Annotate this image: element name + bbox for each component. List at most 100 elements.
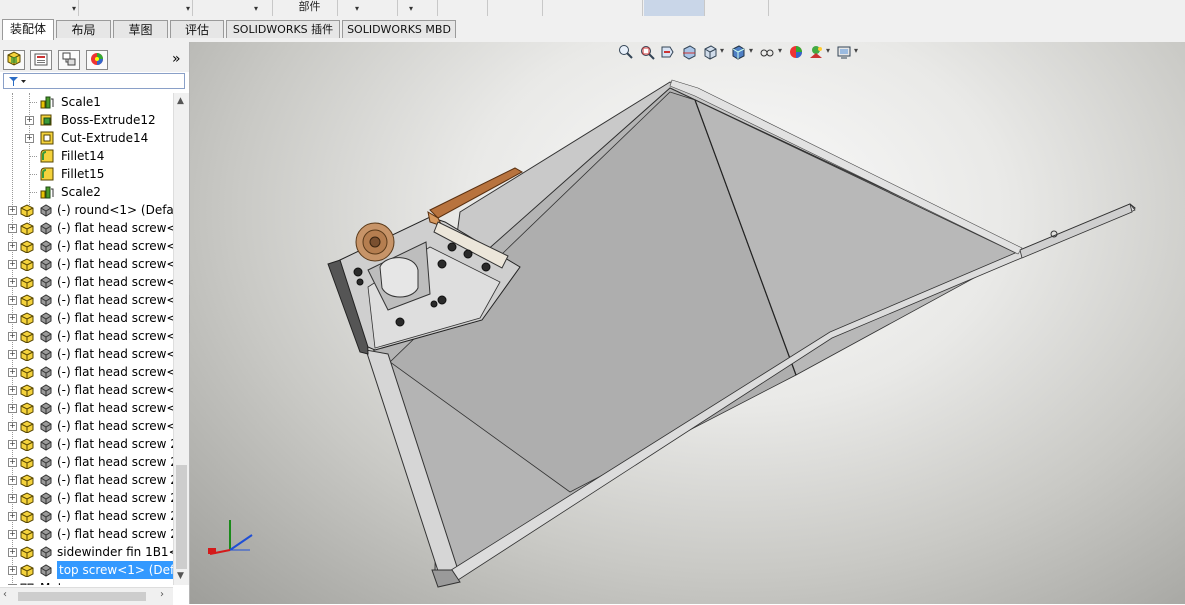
tree-item-fillet[interactable]: Fillet15 — [0, 165, 173, 183]
tree-item-label: (-) flat head screw< — [57, 347, 173, 361]
expand-toggle[interactable]: + — [8, 476, 17, 485]
expand-toggle[interactable]: + — [8, 584, 17, 585]
tree-item-component[interactable]: + (-) flat head screw 2 — [0, 471, 173, 489]
property-manager-tab[interactable] — [30, 50, 52, 70]
tree-item-scale[interactable]: Scale2 — [0, 183, 173, 201]
expand-toggle[interactable]: + — [8, 296, 17, 305]
tree-horizontal-scrollbar[interactable]: ‹ › — [0, 587, 173, 605]
tree-item-component[interactable]: + (-) flat head screw< — [0, 381, 173, 399]
tab-evaluate[interactable]: 评估 — [170, 20, 224, 38]
expand-toggle[interactable]: + — [8, 368, 17, 377]
boss-feature-icon — [40, 113, 54, 127]
expand-toggle[interactable]: + — [8, 566, 17, 575]
tab-solidworks-mbd[interactable]: SOLIDWORKS MBD — [342, 20, 456, 38]
expand-toggle[interactable]: + — [8, 242, 17, 251]
expand-toggle[interactable]: + — [8, 422, 17, 431]
graphics-area[interactable]: ▾ ▾ ▾ ▾ ▾ — [190, 42, 1185, 604]
scrollbar-thumb[interactable] — [176, 465, 187, 569]
tree-item-label: (-) flat head screw< — [57, 383, 173, 397]
expand-toggle[interactable]: + — [8, 494, 17, 503]
tree-item-component[interactable]: + (-) flat head screw 2 — [0, 507, 173, 525]
appearance-icon — [91, 53, 103, 65]
expand-toggle[interactable]: + — [8, 458, 17, 467]
cad-model[interactable] — [190, 42, 1185, 604]
expand-toggle[interactable]: + — [8, 260, 17, 269]
expand-toggle[interactable]: + — [25, 116, 34, 125]
toolbar-button-c[interactable] — [542, 0, 643, 16]
tree-item-component[interactable]: + (-) flat head screw< — [0, 399, 173, 417]
tab-assembly[interactable]: 装配体 — [2, 19, 54, 40]
tree-vertical-scrollbar[interactable]: ▲ ▼ — [173, 93, 189, 585]
display-manager-tab[interactable] — [86, 50, 108, 70]
toolbar-dropdown-2[interactable]: ▾ — [78, 0, 193, 16]
expand-toggle[interactable]: + — [8, 314, 17, 323]
tree-item-component[interactable]: + (-) flat head screw 2 — [0, 453, 173, 471]
part-config-icon — [39, 275, 53, 289]
tree-item-component[interactable]: + (-) flat head screw< — [0, 327, 173, 345]
tree-item-component[interactable]: + (-) flat head screw< — [0, 237, 173, 255]
tree-branch — [29, 174, 37, 175]
expand-toggle[interactable]: + — [8, 530, 17, 539]
tree-item-component[interactable]: + (-) flat head screw< — [0, 363, 173, 381]
expand-toggle[interactable]: + — [8, 206, 17, 215]
feature-manager-panel: » Scale1 + Boss-Extrude12 + Cut-Extrude14 Fil… — [0, 42, 190, 605]
component-icon — [20, 527, 34, 542]
tree-item-boss[interactable]: + Boss-Extrude12 — [0, 111, 173, 129]
toolbar-button-b[interactable] — [487, 0, 543, 16]
tree-item-component[interactable]: + (-) flat head screw< — [0, 291, 173, 309]
tree-item-component[interactable]: + (-) flat head screw 2 — [0, 435, 173, 453]
expand-toggle[interactable]: + — [8, 440, 17, 449]
tab-solidworks-addins[interactable]: SOLIDWORKS 插件 — [226, 20, 340, 38]
tree-item-component[interactable]: + top screw<1> (Defa — [0, 561, 173, 579]
expand-panel-button[interactable]: » — [172, 51, 181, 67]
tree-item-mates[interactable]: + Mates — [0, 579, 173, 585]
expand-toggle[interactable]: + — [8, 224, 17, 233]
toolbar-button-active[interactable] — [644, 0, 705, 16]
tree-item-component[interactable]: + (-) flat head screw< — [0, 417, 173, 435]
hscrollbar-thumb[interactable] — [18, 592, 146, 601]
tree-item-fillet[interactable]: Fillet14 — [0, 147, 173, 165]
expand-toggle[interactable]: + — [8, 404, 17, 413]
tree-item-cut[interactable]: + Cut-Extrude14 — [0, 129, 173, 147]
tree-item-component[interactable]: + (-) flat head screw< — [0, 345, 173, 363]
toolbar-dropdown-4[interactable]: ▾ — [337, 0, 398, 16]
tree-item-component[interactable]: + (-) flat head screw 2 — [0, 525, 173, 543]
tab-sketch[interactable]: 草图 — [113, 20, 168, 38]
scroll-up-arrow[interactable]: ▲ — [177, 96, 184, 106]
scroll-right-arrow[interactable]: › — [160, 589, 164, 600]
tree-item-component[interactable]: + (-) round<1> (Defau — [0, 201, 173, 219]
expand-toggle[interactable]: + — [8, 512, 17, 521]
part-config-icon — [39, 437, 53, 451]
tree-item-component[interactable]: + (-) flat head screw< — [0, 255, 173, 273]
tree-item-label: Boss-Extrude12 — [61, 113, 156, 127]
tree-branch — [29, 192, 37, 193]
component-icon — [20, 455, 34, 470]
tree-item-component[interactable]: + sidewinder fin 1B1< — [0, 543, 173, 561]
tree-item-component[interactable]: + (-) flat head screw< — [0, 273, 173, 291]
expand-toggle[interactable]: + — [8, 386, 17, 395]
expand-toggle[interactable]: + — [8, 278, 17, 287]
scroll-left-arrow[interactable]: ‹ — [3, 589, 7, 600]
expand-toggle[interactable]: + — [8, 332, 17, 341]
tree-item-component[interactable]: + (-) flat head screw 2 — [0, 489, 173, 507]
configuration-manager-tab[interactable] — [58, 50, 80, 70]
tree-item-component[interactable]: + (-) flat head screw< — [0, 219, 173, 237]
expand-toggle[interactable]: + — [8, 548, 17, 557]
scroll-down-arrow[interactable]: ▼ — [177, 571, 184, 581]
tree-item-label: Cut-Extrude14 — [61, 131, 149, 145]
toolbar-dropdown-3[interactable]: ▾ — [192, 0, 273, 16]
fillet-feature-icon — [40, 167, 54, 181]
feature-manager-tab[interactable] — [3, 50, 25, 70]
toolbar-button-d[interactable] — [706, 0, 769, 16]
tree-item-label: Mates — [40, 579, 76, 585]
toolbar-dropdown-1[interactable]: ▾ — [0, 0, 79, 16]
expand-toggle[interactable]: + — [25, 134, 34, 143]
tree-filter-input[interactable] — [3, 73, 185, 89]
tree-item-scale[interactable]: Scale1 — [0, 93, 173, 111]
toolbar-button-a[interactable] — [437, 0, 488, 16]
tab-layout[interactable]: 布局 — [56, 20, 111, 38]
expand-toggle[interactable]: + — [8, 350, 17, 359]
tree-item-component[interactable]: + (-) flat head screw< — [0, 309, 173, 327]
toolbar-dropdown-5[interactable]: ▾ — [397, 0, 438, 16]
component-icon — [20, 365, 34, 380]
